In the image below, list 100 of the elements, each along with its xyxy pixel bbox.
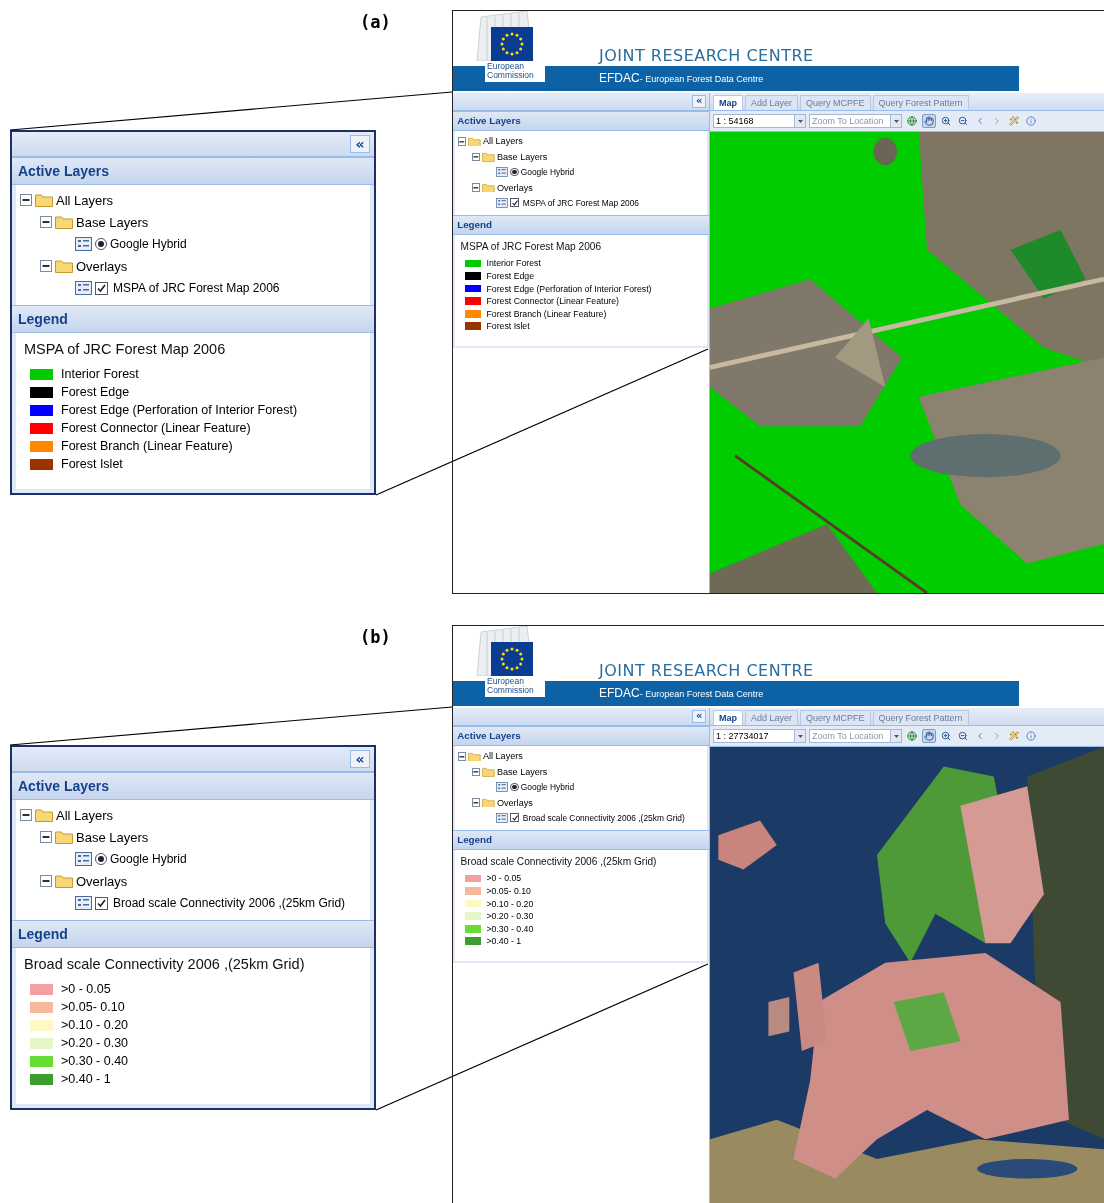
tab[interactable]: Query Forest Pattern [872,95,969,110]
layer-label[interactable]: Google Hybrid [520,167,575,178]
legend-label: >0.05- 0.10 [486,886,531,896]
tree-toggle[interactable] [457,752,467,761]
tool-button[interactable] [956,114,970,128]
tree-toggle[interactable] [471,152,481,161]
radio-button[interactable] [510,783,519,792]
tool-button[interactable] [939,729,953,743]
zoom-out-icon [958,731,968,741]
radio-button[interactable] [95,853,107,865]
tree-toggle[interactable] [471,767,481,776]
layer-label[interactable]: Google Hybrid [520,782,575,793]
tree-node-label[interactable]: Overlays [76,873,128,889]
section-header: Active Layers [453,110,709,131]
layer-properties-icon[interactable] [75,852,92,866]
tree-node-label[interactable]: All Layers [56,807,114,823]
minus-icon [42,262,50,270]
checkbox[interactable] [95,281,108,295]
layer-properties-icon[interactable] [75,237,92,251]
legend-label: Forest Edge (Perforation of Interior Forest) [61,403,298,417]
caret-icon [797,119,803,123]
layer-properties-icon[interactable] [75,896,92,910]
scale-field[interactable]: 1 : 27734017 [713,729,795,743]
tool-button[interactable] [905,114,919,128]
tab[interactable]: Add Layer [745,710,799,725]
layer-properties-icon[interactable] [496,198,509,208]
layer-label[interactable]: MSPA of JRC Forest Map 2006 [113,281,280,295]
tree-toggle[interactable] [40,831,52,843]
radio-button[interactable] [510,168,519,177]
layer-properties-icon[interactable] [496,782,509,793]
tab[interactable]: Query Forest Pattern [872,710,969,725]
tree-node-label[interactable]: All Layers [482,751,523,762]
tree-toggle[interactable] [40,260,52,272]
site-subtitle: EFDAC- European Forest Data Centre [599,686,765,700]
tree-node-label[interactable]: Overlays [496,797,533,808]
layer-label[interactable]: MSPA of JRC Forest Map 2006 [522,197,640,208]
checkbox[interactable] [95,896,108,910]
tree-toggle[interactable] [40,875,52,887]
tree-node-label[interactable]: Overlays [496,182,533,193]
tool-button[interactable] [939,114,953,128]
layer-label[interactable]: Broad scale Connectivity 2006 ,(25km Grid) [113,896,346,910]
tab[interactable]: Query MCPFE [800,710,871,725]
folder-icon [482,182,495,193]
legend-title: MSPA of JRC Forest Map 2006 [24,341,227,357]
caret-icon [893,119,899,123]
collapse-button[interactable]: « [350,750,370,768]
checkbox[interactable] [510,198,520,208]
tool-button[interactable] [956,729,970,743]
tree-node-label[interactable]: Base Layers [496,151,548,162]
layer-label[interactable]: Broad scale Connectivity 2006 ,(25km Grid) [522,812,685,823]
minus-icon [22,196,30,204]
tab[interactable]: Add Layer [745,95,799,110]
layer-label[interactable]: Google Hybrid [110,852,187,866]
dropdown-button[interactable] [891,729,902,743]
layer-properties-icon[interactable] [496,167,509,178]
tree-toggle[interactable] [20,809,32,821]
folder-icon [482,151,495,162]
tool-button[interactable] [922,729,936,743]
tab[interactable]: Map [713,95,743,110]
zoom-out-icon [958,116,968,126]
section-header: Active Layers [12,157,374,185]
legend-label: >0.30 - 0.40 [61,1054,129,1068]
logo-caption: European Commission [485,61,545,82]
tool-button[interactable] [905,729,919,743]
tab[interactable]: Query MCPFE [800,95,871,110]
dropdown-button[interactable] [795,114,806,128]
tree-node-label[interactable]: All Layers [56,192,114,208]
tree-toggle[interactable] [471,183,481,192]
tree-toggle[interactable] [20,194,32,206]
site-subtitle: EFDAC- European Forest Data Centre [599,71,765,85]
folder-icon [55,215,73,229]
layer-properties-icon[interactable] [75,281,92,295]
dropdown-button[interactable] [795,729,806,743]
minus-icon [473,184,479,191]
tool-button[interactable] [922,114,936,128]
legend-label: Forest Branch (Linear Feature) [486,308,607,319]
collapse-button[interactable]: « [350,135,370,153]
checkbox[interactable] [510,813,520,823]
layer-properties-icon[interactable] [496,813,509,823]
dropdown-button[interactable] [891,114,902,128]
tree-node-label[interactable]: Overlays [76,258,128,274]
tree-toggle[interactable] [457,137,467,146]
tree-node-label[interactable]: Base Layers [76,214,149,230]
location-field[interactable]: Zoom To Location [809,114,891,128]
location-field[interactable]: Zoom To Location [809,729,891,743]
tree-node-label[interactable]: Base Layers [496,766,548,777]
legend-label: >0 - 0.05 [486,873,522,884]
legend-label: Forest Connector (Linear Feature) [61,421,251,435]
radio-button[interactable] [95,238,107,250]
tab[interactable]: Map [713,710,743,725]
tree-node-label[interactable]: Base Layers [76,829,149,845]
tree-node-label[interactable]: All Layers [482,136,523,147]
collapse-button[interactable]: « [692,95,707,108]
legend-label: Interior Forest [61,367,139,381]
tree-toggle[interactable] [40,216,52,228]
hand-icon [924,731,934,741]
scale-field[interactable]: 1 : 54168 [713,114,795,128]
layer-label[interactable]: Google Hybrid [110,237,187,251]
collapse-button[interactable]: « [692,710,707,723]
tree-toggle[interactable] [471,798,481,807]
